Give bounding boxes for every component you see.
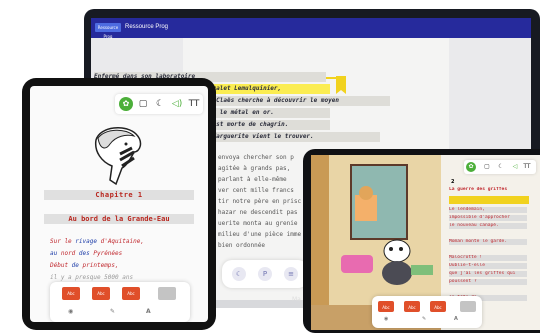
app-title: Ressource Prog xyxy=(125,24,169,30)
eye-icon[interactable]: ◉ xyxy=(68,308,73,315)
pen-icon[interactable]: ✎ xyxy=(110,308,115,315)
chat-icon[interactable]: ▢ xyxy=(480,160,494,174)
text-line: au nord des Pyrénées xyxy=(50,250,123,257)
text-line: Oublie-t-elle xyxy=(449,263,527,269)
text-line: le nouveau canapé. xyxy=(449,223,527,229)
text-line: que j'ai les griffes qui xyxy=(449,271,527,277)
text-line: poussent ? xyxy=(449,279,527,285)
app-logo[interactable]: Ressource Prog xyxy=(95,23,121,39)
sound-icon[interactable]: ◁) xyxy=(170,97,184,111)
settings-icon[interactable]: ✿ xyxy=(119,97,133,111)
body-text: uerite monta au grenie xyxy=(218,220,298,227)
abc-button[interactable]: Abc xyxy=(404,301,420,312)
abc-button[interactable]: Abc xyxy=(62,287,80,300)
laptop-brand: Ma xyxy=(292,296,301,303)
right-tablet-screen: ✿ ▢ ☾ ◁ TT 2 La guerre des griffes Le le… xyxy=(311,155,540,330)
body-text: milieu d'une pièce imme xyxy=(218,231,302,238)
grey-button[interactable] xyxy=(460,301,476,312)
body-text: parlant à elle-même xyxy=(218,176,287,183)
moon-icon[interactable]: ☾ xyxy=(494,160,508,174)
p-button[interactable]: P xyxy=(258,267,272,281)
abc-button[interactable]: Abc xyxy=(378,301,394,312)
text-line: Moman monte le garde. xyxy=(449,239,527,245)
page-number: 2 xyxy=(451,179,455,185)
abc-button[interactable]: Abc xyxy=(430,301,446,312)
reader-toolbar: ✿ ▢ ☾ ◁) TT xyxy=(115,94,203,114)
text-line: impossible d'approcher xyxy=(449,215,527,221)
illustration-portrait xyxy=(94,127,142,186)
font-icon[interactable]: TT xyxy=(520,160,534,174)
text-line: Sur le rivage d'Aquitaine, xyxy=(50,238,144,245)
text-line: Malocrotte ! xyxy=(449,255,527,261)
settings-icon[interactable]: ✿ xyxy=(466,162,476,172)
highlight-bar xyxy=(449,196,529,204)
reader-toolbar: ✿ ▢ ☾ ◁ TT xyxy=(464,160,536,174)
reader-dock: Abc Abc Abc ◉ ✎ A xyxy=(50,282,190,322)
pen-icon[interactable]: ✎ xyxy=(422,316,426,322)
menu-icon[interactable]: ≡ xyxy=(284,267,298,281)
font-icon[interactable]: TT xyxy=(187,97,201,111)
eye-icon[interactable]: ◉ xyxy=(384,316,388,322)
grey-button[interactable] xyxy=(158,287,176,300)
abc-button[interactable]: Abc xyxy=(122,287,140,300)
font-size-icon[interactable]: A xyxy=(146,308,151,315)
body-text: bien ordonnée xyxy=(218,242,265,249)
body-text: hazar ne descendit pas xyxy=(218,209,298,216)
font-size-icon[interactable]: A xyxy=(454,316,458,322)
reader-dock: ☾ P ≡ xyxy=(222,260,308,288)
bookmark-icon[interactable] xyxy=(336,76,346,94)
moon-icon[interactable]: ☾ xyxy=(232,267,246,281)
text-line: Début de printemps, xyxy=(50,262,119,269)
chapter-heading: Chapitre 1 xyxy=(95,191,143,199)
abc-button[interactable]: Abc xyxy=(92,287,110,300)
text-line: il y a presque 5000 ans xyxy=(50,274,134,281)
chat-icon[interactable]: ▢ xyxy=(136,97,150,111)
body-text: agitée à grands pas, xyxy=(218,165,291,172)
chapter-title: Au bord de la Grande-Eau xyxy=(68,215,170,223)
body-text: ver cent mille francs xyxy=(218,187,294,194)
left-tablet-screen: ✿ ▢ ☾ ◁) TT Chapitre 1 Au bord de la Gra… xyxy=(30,86,208,322)
text-line: Le lendemain, xyxy=(449,207,527,213)
reader-dock: Abc Abc Abc ◉ ✎ A xyxy=(372,296,482,328)
body-text: tir notre père en prisc xyxy=(218,198,302,205)
app-header: Ressource Prog Ressource Prog xyxy=(91,18,531,39)
text-line: La guerre des griffes xyxy=(449,187,508,192)
body-text: envoya chercher son p xyxy=(218,154,294,161)
moon-icon[interactable]: ☾ xyxy=(153,97,167,111)
